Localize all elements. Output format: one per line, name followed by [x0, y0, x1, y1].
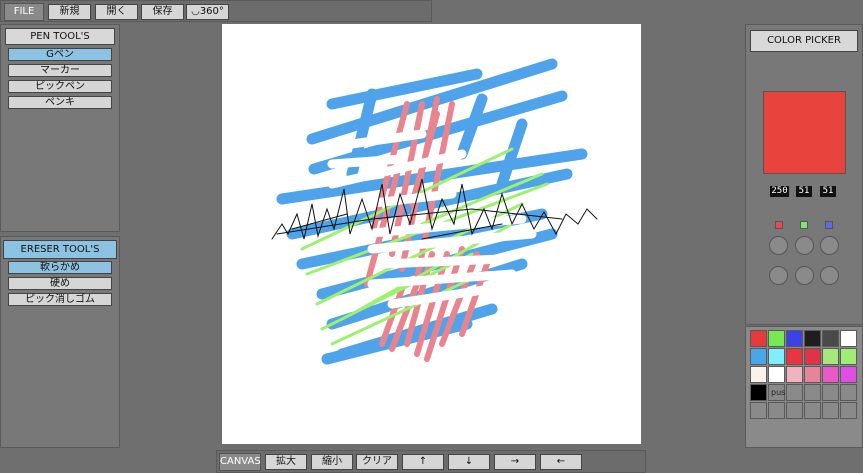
blue-adjust-knob-2[interactable]	[820, 266, 839, 285]
palette-swatch[interactable]	[840, 348, 857, 365]
eraser-tools-title: ERESER TOOL'S	[3, 240, 117, 259]
palette-swatch[interactable]	[840, 402, 857, 419]
red-value: 250	[770, 186, 789, 197]
palette-swatch[interactable]	[840, 366, 857, 383]
pen-tools-panel: PEN TOOL'S Gペン マーカー ピックペン ペンキ	[0, 24, 120, 232]
palette-swatch[interactable]	[750, 402, 767, 419]
palette-swatch[interactable]	[804, 330, 821, 347]
zoom-in-button[interactable]: 拡大	[265, 454, 307, 470]
palette-swatch[interactable]	[786, 348, 803, 365]
pen-tool-pick-pen[interactable]: ピックペン	[8, 80, 112, 93]
file-menu-button[interactable]: FILE	[4, 3, 44, 21]
top-toolbar: FILE 新規 開く 保存 ◡360°	[0, 0, 432, 22]
eraser-tool-hard[interactable]: 硬め	[8, 277, 112, 290]
green-channel-indicator	[800, 221, 808, 229]
drawing-canvas[interactable]	[222, 24, 641, 444]
blue-channel-indicator	[825, 221, 833, 229]
green-value: 51	[796, 186, 812, 197]
red-adjust-knob[interactable]	[769, 236, 788, 255]
bottom-toolbar: CANVAS 拡大 縮小 クリア ↑ ↓ → ←	[216, 450, 646, 473]
eraser-tool-pick-eraser[interactable]: ピック消しゴム	[8, 293, 112, 306]
palette-swatch[interactable]	[750, 330, 767, 347]
move-down-button[interactable]: ↓	[448, 454, 490, 470]
rotate-360-button[interactable]: ◡360°	[186, 4, 229, 20]
current-color-swatch[interactable]	[763, 91, 846, 174]
palette-push-button[interactable]: push	[768, 384, 790, 401]
palette-swatch[interactable]	[822, 384, 839, 401]
open-button[interactable]: 開く	[95, 4, 138, 20]
pen-tool-paint[interactable]: ペンキ	[8, 96, 112, 109]
palette-swatch[interactable]	[804, 384, 821, 401]
palette-swatch[interactable]	[768, 402, 785, 419]
red-channel-indicator	[775, 221, 783, 229]
pen-tools-title: PEN TOOL'S	[5, 28, 115, 45]
palette-grid: push	[750, 330, 858, 440]
palette-swatch[interactable]	[750, 348, 767, 365]
palette-swatch[interactable]	[804, 402, 821, 419]
palette-swatch[interactable]	[822, 330, 839, 347]
palette-swatch[interactable]	[840, 384, 857, 401]
canvas-label-button[interactable]: CANVAS	[219, 453, 261, 471]
new-button[interactable]: 新規	[48, 4, 91, 20]
palette-swatch[interactable]	[768, 366, 785, 383]
palette-swatch[interactable]	[804, 366, 821, 383]
palette-swatch[interactable]	[786, 366, 803, 383]
red-adjust-knob-2[interactable]	[769, 266, 788, 285]
palette-swatch[interactable]	[750, 384, 767, 401]
palette-swatch[interactable]	[804, 348, 821, 365]
pen-tool-marker[interactable]: マーカー	[8, 64, 112, 77]
palette-swatch[interactable]	[822, 402, 839, 419]
palette-swatch[interactable]	[822, 366, 839, 383]
blue-value: 51	[820, 186, 836, 197]
palette-swatch[interactable]	[768, 330, 785, 347]
palette-swatch[interactable]	[768, 348, 785, 365]
zoom-out-button[interactable]: 縮小	[311, 454, 353, 470]
rotate-icon: ◡	[191, 6, 200, 17]
eraser-tools-panel: ERESER TOOL'S 軟らかめ 硬め ピック消しゴム	[0, 236, 120, 448]
blue-adjust-knob[interactable]	[820, 236, 839, 255]
color-picker-title: COLOR PICKER	[750, 30, 858, 52]
pen-tool-g-pen[interactable]: Gペン	[8, 48, 112, 61]
rotate-label: 360°	[199, 6, 224, 17]
palette-swatch[interactable]	[840, 330, 857, 347]
palette-swatch[interactable]	[822, 348, 839, 365]
palette-swatch[interactable]	[750, 366, 767, 383]
canvas-artwork	[271, 58, 598, 365]
green-adjust-knob-2[interactable]	[795, 266, 814, 285]
move-up-button[interactable]: ↑	[402, 454, 444, 470]
clear-button[interactable]: クリア	[356, 454, 398, 470]
move-right-button[interactable]: →	[494, 454, 536, 470]
move-left-button[interactable]: ←	[540, 454, 582, 470]
palette-swatch[interactable]	[786, 402, 803, 419]
save-button[interactable]: 保存	[141, 4, 184, 20]
palette-swatch[interactable]	[786, 384, 803, 401]
eraser-tool-soft[interactable]: 軟らかめ	[8, 261, 112, 274]
palette-swatch[interactable]	[786, 330, 803, 347]
green-adjust-knob[interactable]	[795, 236, 814, 255]
